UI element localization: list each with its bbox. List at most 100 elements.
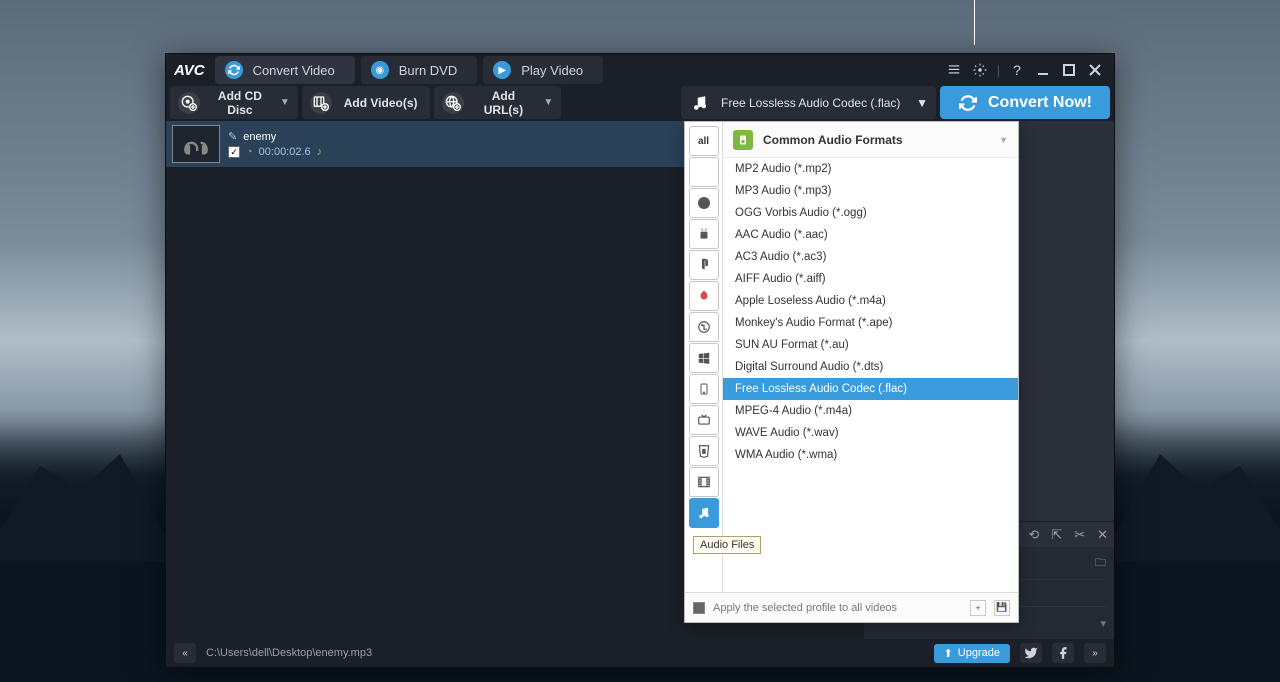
format-option[interactable]: SUN AU Format (*.au)	[723, 334, 1018, 356]
prev-button[interactable]: «	[174, 643, 196, 663]
music-note-icon	[689, 92, 711, 114]
convert-now-button[interactable]: Convert Now!	[940, 86, 1110, 119]
output-format-selector[interactable]: Free Lossless Audio Codec (.flac) ▼	[681, 86, 936, 119]
dropdown-main: Common Audio Formats ▼ MP2 Audio (*.mp2)…	[723, 122, 1018, 592]
list-icon[interactable]	[944, 60, 964, 80]
edit-icon[interactable]: ✎	[228, 130, 237, 143]
chevron-down-icon[interactable]: ▾	[1100, 617, 1106, 630]
twitter-button[interactable]	[1020, 643, 1042, 663]
dropdown-category-sidebar: all	[685, 122, 723, 592]
maximize-button[interactable]	[1059, 60, 1079, 80]
add-profile-icon[interactable]: +	[970, 600, 986, 616]
category-html5[interactable]: 5	[689, 436, 719, 466]
add-videos-button[interactable]: Add Video(s)	[302, 86, 430, 119]
film-plus-icon	[310, 92, 332, 114]
settings-icon[interactable]	[970, 60, 990, 80]
category-mobile[interactable]	[689, 374, 719, 404]
titlebar: AVC Convert Video ◉ Burn DVD ▶ Play Vide…	[166, 54, 1114, 86]
chevron-down-icon: ▼	[280, 97, 290, 108]
button-label: Add Video(s)	[340, 96, 422, 110]
category-lg[interactable]	[689, 312, 719, 342]
format-option[interactable]: Apple Loseless Audio (*.m4a)	[723, 290, 1018, 312]
category-android[interactable]	[689, 219, 719, 249]
help-icon[interactable]: ?	[1007, 60, 1027, 80]
dropdown-header[interactable]: Common Audio Formats ▼	[723, 122, 1018, 158]
upload-icon: ⬆	[944, 647, 953, 660]
file-title: enemy	[243, 131, 276, 143]
format-option[interactable]: Free Lossless Audio Codec (.flac)	[723, 378, 1018, 400]
category-samsung[interactable]	[689, 188, 719, 218]
refresh-icon	[958, 93, 978, 113]
svg-text:5: 5	[702, 449, 705, 455]
toolbar: Add CD Disc ▼ Add Video(s) Add URL(s) ▼ …	[166, 86, 1114, 121]
play-icon: ▶	[493, 61, 511, 79]
file-info: ✎ enemy ✓ ◔ 00:00:02.6 ♪	[228, 130, 322, 158]
globe-plus-icon	[442, 92, 464, 114]
tab-label: Convert Video	[253, 63, 335, 78]
upgrade-label: Upgrade	[958, 647, 1000, 659]
category-audio[interactable]	[689, 498, 719, 528]
format-option[interactable]: WAVE Audio (*.wav)	[723, 422, 1018, 444]
tab-convert-video[interactable]: Convert Video	[215, 56, 355, 84]
desktop-separator	[974, 0, 975, 45]
file-duration: 00:00:02.6	[259, 146, 311, 158]
chevron-down-icon: ▼	[543, 97, 553, 108]
app-window: AVC Convert Video ◉ Burn DVD ▶ Play Vide…	[165, 53, 1115, 668]
category-video[interactable]	[689, 467, 719, 497]
category-tv[interactable]	[689, 405, 719, 435]
format-option[interactable]: AIFF Audio (*.aiff)	[723, 268, 1018, 290]
minimize-button[interactable]	[1033, 60, 1053, 80]
facebook-button[interactable]	[1052, 643, 1074, 663]
format-option[interactable]: MPEG-4 Audio (*.m4a)	[723, 400, 1018, 422]
button-label: Add CD Disc	[208, 89, 272, 117]
statusbar-path: C:\Users\dell\Desktop\enemy.mp3	[206, 647, 372, 659]
music-note-icon: ♪	[317, 146, 323, 158]
chevron-down-icon: ▼	[999, 135, 1008, 145]
add-urls-button[interactable]: Add URL(s) ▼	[434, 86, 562, 119]
speaker-icon	[733, 130, 753, 150]
add-cd-disc-button[interactable]: Add CD Disc ▼	[170, 86, 298, 119]
format-label: Free Lossless Audio Codec (.flac)	[721, 96, 906, 110]
tab-play-video[interactable]: ▶ Play Video	[483, 56, 603, 84]
folder-icon[interactable]: 🗀	[1095, 554, 1106, 573]
tool-icon[interactable]: ✕	[1097, 527, 1108, 543]
format-option[interactable]: MP3 Audio (*.mp3)	[723, 180, 1018, 202]
clock-icon: ◔	[246, 146, 253, 158]
tab-label: Burn DVD	[399, 63, 458, 78]
file-thumbnail	[172, 125, 220, 163]
save-profile-icon[interactable]: 💾	[994, 600, 1010, 616]
category-windows[interactable]	[689, 343, 719, 373]
format-option[interactable]: AC3 Audio (*.ac3)	[723, 246, 1018, 268]
next-button[interactable]: »	[1084, 643, 1106, 663]
chevron-down-icon: ▼	[916, 96, 928, 110]
content-area: ✎ enemy ✓ ◔ 00:00:02.6 ♪ ⟲ ⇱	[166, 121, 1114, 639]
tooltip: Audio Files	[693, 536, 761, 554]
format-option[interactable]: Monkey's Audio Format (*.ape)	[723, 312, 1018, 334]
format-option[interactable]: MP2 Audio (*.mp2)	[723, 158, 1018, 180]
dropdown-format-list: MP2 Audio (*.mp2)MP3 Audio (*.mp3)OGG Vo…	[723, 158, 1018, 592]
category-huawei[interactable]	[689, 281, 719, 311]
upgrade-button[interactable]: ⬆ Upgrade	[934, 644, 1010, 663]
file-checkbox[interactable]: ✓	[228, 146, 240, 158]
divider: |	[997, 63, 1000, 78]
category-playstation[interactable]	[689, 250, 719, 280]
close-button[interactable]	[1085, 60, 1105, 80]
format-option[interactable]: AAC Audio (*.aac)	[723, 224, 1018, 246]
format-option[interactable]: WMA Audio (*.wma)	[723, 444, 1018, 466]
tool-icon[interactable]: ⟲	[1028, 527, 1039, 543]
app-logo: AVC	[174, 62, 205, 79]
tab-label: Play Video	[521, 63, 583, 78]
format-option[interactable]: Digital Surround Audio (*.dts)	[723, 356, 1018, 378]
format-option[interactable]: OGG Vorbis Audio (*.ogg)	[723, 202, 1018, 224]
tool-icon[interactable]: ⇱	[1051, 527, 1062, 543]
statusbar: « C:\Users\dell\Desktop\enemy.mp3 ⬆ Upgr…	[166, 639, 1114, 667]
dropdown-footer: Apply the selected profile to all videos…	[685, 592, 1018, 622]
category-apple[interactable]	[689, 157, 719, 187]
tab-burn-dvd[interactable]: ◉ Burn DVD	[361, 56, 478, 84]
button-label: Convert Now!	[988, 94, 1092, 112]
scissors-icon[interactable]: ✂	[1074, 527, 1085, 543]
apply-all-checkbox[interactable]	[693, 602, 705, 614]
category-all[interactable]: all	[689, 126, 719, 156]
apply-all-label: Apply the selected profile to all videos	[713, 602, 897, 614]
cd-plus-icon	[178, 92, 200, 114]
